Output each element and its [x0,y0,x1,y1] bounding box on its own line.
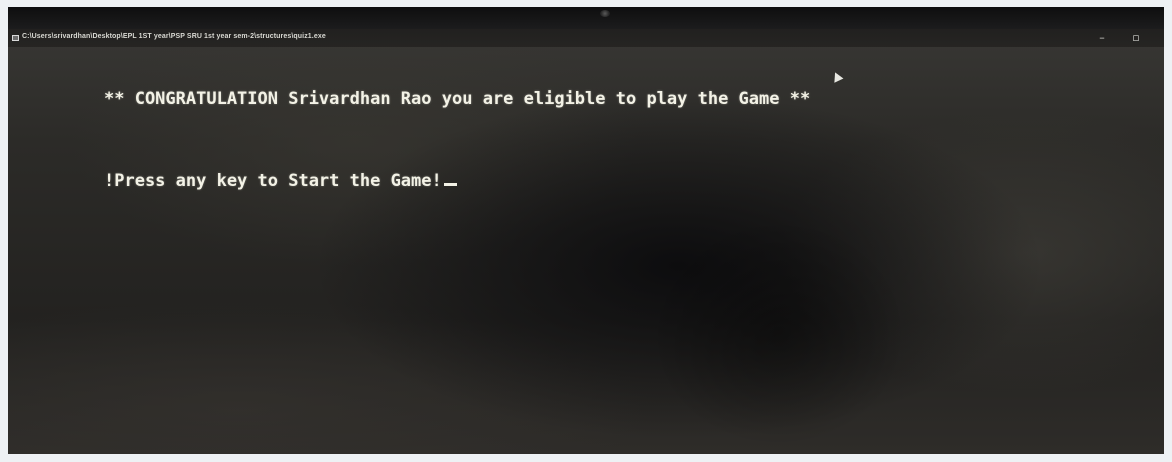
mouse-pointer-icon [830,70,844,83]
minimize-button[interactable]: – [1092,31,1112,45]
press-key-prompt: !Press any key to Start the Game! [104,171,457,191]
congratulation-message: ** CONGRATULATION Srivardhan Rao you are… [104,89,811,109]
monitor-bezel [8,7,1164,29]
text-cursor [443,183,457,186]
photo-frame: C:\Users\srivardhan\Desktop\EPL 1ST year… [0,0,1172,462]
console-output-area[interactable]: ** CONGRATULATION Srivardhan Rao you are… [8,47,1164,454]
console-title-bar[interactable]: C:\Users\srivardhan\Desktop\EPL 1ST year… [8,29,1164,47]
webcam-icon [600,10,610,17]
screen-photo: C:\Users\srivardhan\Desktop\EPL 1ST year… [8,7,1164,454]
screen-shadow [648,217,908,447]
window-title: C:\Users\srivardhan\Desktop\EPL 1ST year… [22,33,326,40]
press-key-text: !Press any key to Start the Game! [104,171,442,191]
console-window-icon [12,35,19,41]
maximize-button[interactable]: ▫ [1126,31,1146,45]
